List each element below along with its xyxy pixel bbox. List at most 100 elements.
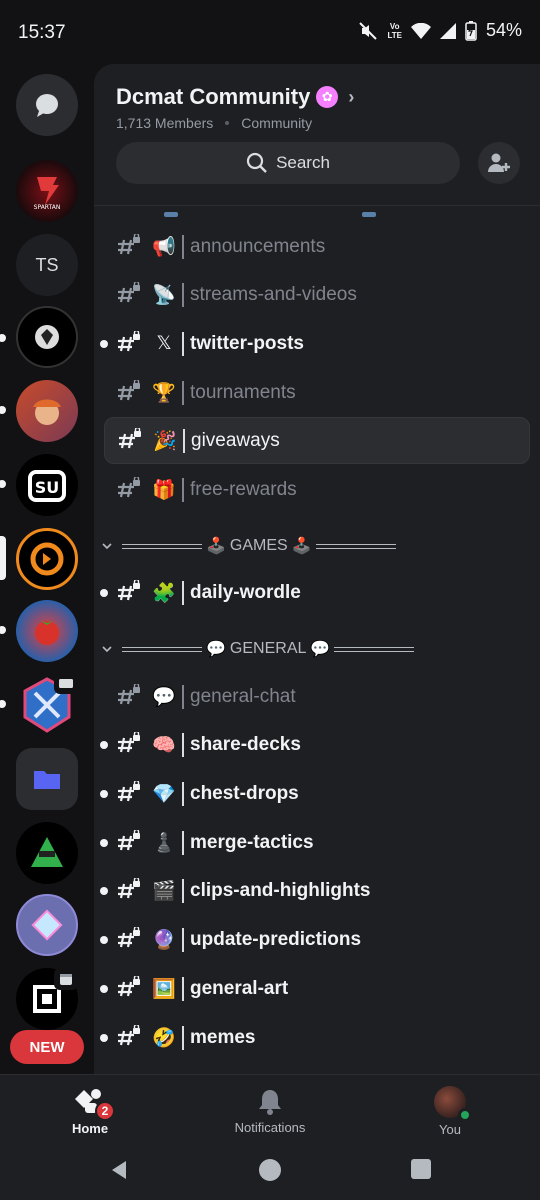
server-crystal[interactable]: [16, 894, 78, 956]
server-ts[interactable]: TS: [16, 234, 78, 296]
server-su[interactable]: SU: [16, 454, 78, 516]
channel-clips-and-highlights[interactable]: 🎬 clips-and-highlights: [100, 867, 530, 914]
channel-general-art[interactable]: 🖼️ general-art: [100, 965, 530, 1012]
server-unread-indicator: [0, 626, 6, 634]
unread-indicator: [100, 984, 108, 993]
chevron-right-icon: ›: [348, 86, 355, 107]
guild-header: Dcmat Community ✿ › 1,713 Members Commun…: [94, 64, 540, 206]
server-unread-indicator: [0, 334, 6, 342]
status-icons: Vo LTE 54%: [358, 20, 522, 41]
channel-streams-and-videos[interactable]: 📡 streams-and-videos: [104, 271, 530, 318]
server-selected-indicator: [0, 536, 6, 580]
channel-name: general-art: [190, 977, 289, 999]
server-folder[interactable]: [16, 748, 78, 810]
event-badge: [54, 968, 78, 990]
locked-text-channel-icon: [116, 329, 142, 357]
battery-percent: 54%: [485, 20, 522, 40]
channel-separator: [182, 1025, 184, 1050]
guild-name: Dcmat Community: [116, 84, 311, 109]
category-emoji: 🕹️: [291, 538, 312, 555]
nav-you[interactable]: You: [360, 1075, 540, 1147]
back-icon[interactable]: [108, 1158, 132, 1182]
guild-name-button[interactable]: Dcmat Community ✿ ›: [116, 84, 354, 110]
server-tomato[interactable]: [16, 600, 78, 662]
unread-indicator: [100, 740, 108, 749]
calendar-icon: [60, 974, 72, 985]
server-ts-label: TS: [35, 254, 59, 275]
channel-merge-tactics[interactable]: ♟️ merge-tactics: [100, 819, 530, 866]
channel-separator: [182, 331, 184, 356]
channel-emoji: 🔮: [152, 929, 176, 951]
channel-tournaments[interactable]: 🏆 tournaments: [104, 369, 530, 416]
channel-announcements[interactable]: 📢 announcements: [104, 223, 530, 270]
battery-charging-icon: [465, 20, 477, 41]
category-games[interactable]: 🕹️ GAMES 🕹️: [100, 529, 530, 563]
channel-separator: [182, 282, 184, 307]
channel-name: share-decks: [190, 733, 301, 755]
channel-general-chat[interactable]: 💬 general-chat: [104, 673, 530, 720]
locked-text-channel-icon: [116, 828, 142, 856]
channel-panel: Dcmat Community ✿ › 1,713 Members Commun…: [94, 64, 540, 1074]
channel-update-predictions[interactable]: 🔮 update-predictions: [100, 916, 530, 963]
channel-twitter-posts[interactable]: 𝕏 twitter-posts: [100, 320, 530, 367]
recents-icon[interactable]: [410, 1158, 432, 1180]
server-cartoon[interactable]: [16, 380, 78, 442]
channel-name: twitter-posts: [190, 332, 304, 354]
channel-separator: [182, 477, 184, 502]
channel-emoji: ♟️: [152, 832, 176, 854]
channel-daily-wordle[interactable]: 🧩 daily-wordle: [100, 569, 530, 616]
channel-emoji: 🎁: [152, 479, 176, 501]
direct-messages-button[interactable]: [16, 74, 78, 136]
locked-text-channel-icon: [116, 280, 142, 308]
voice-activity-badge: [54, 674, 78, 694]
invite-members-button[interactable]: [478, 142, 520, 184]
home-badge: 2: [95, 1100, 115, 1121]
green-character-icon: [31, 837, 63, 867]
unread-indicator: [100, 935, 108, 944]
channel-chest-drops[interactable]: 💎 chest-drops: [100, 770, 530, 817]
server-green-character[interactable]: [16, 822, 78, 884]
mute-icon: [359, 21, 378, 40]
category-rule: [315, 543, 396, 549]
unread-indicator: [100, 838, 108, 847]
server-dcmat-community[interactable]: [16, 528, 78, 590]
channel-memes[interactable]: 🤣 memes: [100, 1014, 530, 1061]
search-icon: [246, 152, 267, 173]
locked-text-channel-icon: [116, 779, 142, 807]
channel-emoji: 🧠: [152, 734, 176, 756]
channel-free-rewards[interactable]: 🎁 free-rewards: [104, 466, 530, 513]
channel-emoji: 🖼️: [152, 978, 176, 1000]
nav-notifications-label: Notifications: [234, 1119, 306, 1135]
bottom-nav: 2 Home Notifications You: [0, 1074, 540, 1146]
channel-emoji: 𝕏: [156, 333, 172, 354]
channel-separator: [182, 380, 184, 405]
server-unread-indicator: [0, 700, 6, 708]
wifi-icon: [410, 22, 431, 39]
nav-you-label: You: [439, 1121, 461, 1137]
lion-logo-icon: [35, 325, 59, 349]
channel-emoji: 📡: [152, 284, 176, 306]
channel-emoji: 🏆: [152, 382, 176, 404]
home-circle-icon[interactable]: [258, 1158, 282, 1182]
channel-separator: [182, 976, 184, 1001]
category-general[interactable]: 💬 GENERAL 💬: [100, 632, 530, 666]
channel-name: streams-and-videos: [190, 283, 357, 305]
folder-icon: [34, 771, 60, 789]
locked-text-channel-icon: [116, 1023, 142, 1051]
guild-meta: 1,713 Members Community: [116, 115, 312, 131]
nav-home[interactable]: 2 Home: [0, 1075, 180, 1147]
locked-text-channel-icon: [116, 378, 142, 406]
nav-notifications[interactable]: Notifications: [180, 1075, 360, 1147]
search-button[interactable]: Search: [116, 142, 460, 184]
channel-share-decks[interactable]: 🧠 share-decks: [100, 721, 530, 768]
channel-giveaways[interactable]: 🎉 giveaways: [104, 417, 530, 464]
channel-separator: [183, 428, 185, 453]
server-odyssey[interactable]: [16, 306, 78, 368]
new-servers-badge[interactable]: NEW: [10, 1030, 84, 1064]
channel-separator: [182, 927, 184, 952]
locked-text-channel-icon: [116, 876, 142, 904]
channel-name: general-chat: [190, 685, 296, 707]
locked-text-channel-icon: [116, 730, 142, 758]
server-spartan[interactable]: SPARTAN: [16, 160, 78, 222]
channel-emoji: 🎉: [153, 430, 177, 452]
